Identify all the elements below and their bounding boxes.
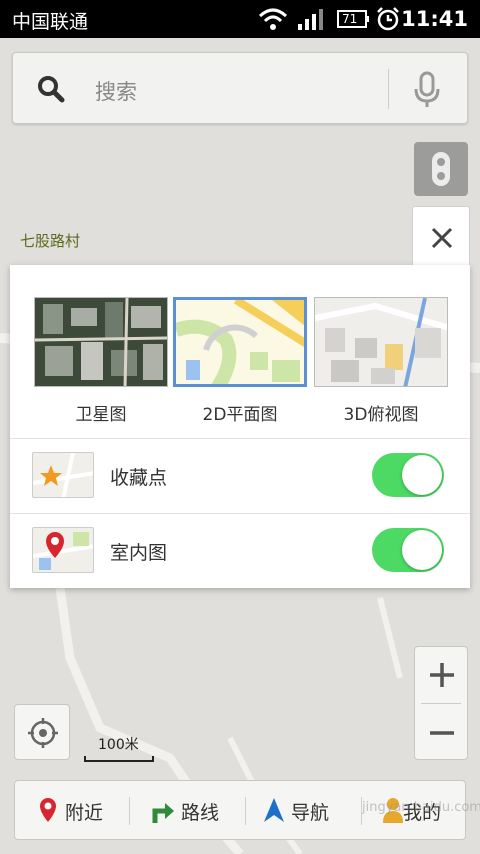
3d-map-label: 3D俯视图 <box>343 405 419 425</box>
locate-button[interactable] <box>14 704 70 760</box>
nav-route-label: 路线 <box>181 802 220 824</box>
place-label: 七股路村 <box>20 232 81 250</box>
map-layers-panel: 卫星图 2D平面图 3D俯视图 收藏点 室内图 <box>10 265 470 588</box>
nav-separator <box>245 797 246 825</box>
traffic-light-icon <box>432 152 450 186</box>
close-panel-button[interactable] <box>412 206 470 268</box>
close-icon <box>431 227 453 249</box>
crosshair-icon <box>28 718 58 748</box>
satellite-label: 卫星图 <box>75 405 127 425</box>
indoor-pin-icon <box>33 532 93 570</box>
indoor-map-toggle[interactable] <box>372 528 444 572</box>
route-arrow-icon <box>152 803 174 823</box>
carrier-name: 中国联通 <box>12 11 89 33</box>
indoor-map-thumbnail <box>32 527 94 573</box>
signal-icon <box>298 9 323 30</box>
status-bar: 中国联通 71 11:41 <box>0 0 480 38</box>
traffic-button[interactable] <box>414 142 468 196</box>
nav-nearby-label: 附近 <box>65 802 104 824</box>
scale-label: 100米 <box>98 737 139 753</box>
location-pin-icon <box>40 798 56 822</box>
panel-divider <box>10 438 470 439</box>
zoom-control <box>414 646 468 760</box>
search-divider <box>388 69 389 109</box>
microphone-icon[interactable] <box>413 71 441 109</box>
watermark: jingyan.baidu.com <box>362 800 480 815</box>
star-icon <box>33 453 93 497</box>
clock: 11:41 <box>401 7 468 31</box>
2d-map-thumbnail <box>176 300 304 384</box>
favorites-label: 收藏点 <box>110 467 168 489</box>
satellite-thumbnail <box>35 298 167 386</box>
nav-route[interactable]: 路线 <box>147 781 245 839</box>
map-type-satellite[interactable] <box>34 297 168 387</box>
navigation-arrow-icon <box>264 798 284 822</box>
map-type-2d[interactable] <box>173 297 307 387</box>
map-type-3d[interactable] <box>314 297 448 387</box>
favorites-thumbnail <box>32 452 94 498</box>
nav-separator <box>129 797 130 825</box>
favorites-toggle[interactable] <box>372 453 444 497</box>
zoom-in-icon[interactable] <box>428 661 456 689</box>
2d-map-label: 2D平面图 <box>202 405 278 425</box>
zoom-out-icon[interactable] <box>428 719 456 747</box>
scale-line <box>84 756 154 762</box>
search-input[interactable]: 搜索 <box>95 76 137 106</box>
battery-level: 71 <box>342 12 358 26</box>
scale-bar: 100米 <box>84 734 154 762</box>
3d-map-thumbnail <box>315 298 447 386</box>
nav-nearby[interactable]: 附近 <box>33 781 131 839</box>
nav-navigation[interactable]: 导航 <box>261 781 359 839</box>
alarm-icon <box>377 7 399 31</box>
toggle-knob <box>402 455 442 495</box>
wifi-icon <box>258 8 288 30</box>
indoor-map-label: 室内图 <box>110 542 168 564</box>
search-icon <box>38 76 65 103</box>
zoom-divider <box>421 703 461 704</box>
nav-navigation-label: 导航 <box>291 802 330 824</box>
panel-divider <box>10 513 470 514</box>
toggle-knob <box>402 530 442 570</box>
search-bar[interactable]: 搜索 <box>12 52 468 124</box>
